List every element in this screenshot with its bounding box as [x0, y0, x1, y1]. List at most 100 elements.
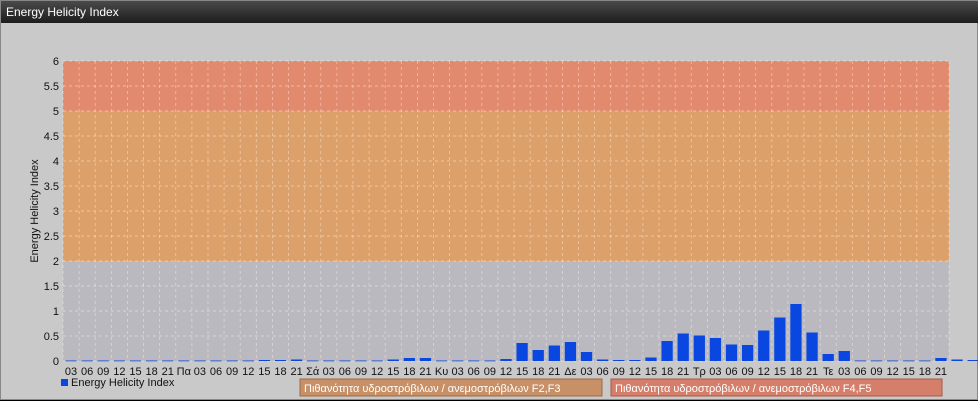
x-tick-label: 15 — [258, 366, 270, 378]
bar — [516, 343, 528, 361]
bar — [709, 338, 722, 361]
bar — [403, 358, 415, 361]
x-tick-label: 21 — [419, 366, 431, 378]
x-tick-label: 06 — [597, 366, 609, 378]
bar — [178, 360, 190, 362]
bar — [452, 360, 464, 362]
series-legend: Energy Helicity Index — [61, 377, 175, 389]
bar — [97, 360, 109, 362]
y-tick-label: 6 — [53, 56, 59, 68]
bar — [870, 360, 883, 362]
x-tick-label: 12 — [629, 366, 641, 378]
bar — [758, 330, 770, 361]
bar — [564, 342, 577, 361]
bar — [484, 360, 496, 362]
x-tick-label: 21 — [677, 366, 689, 378]
bar — [468, 360, 480, 362]
bar — [210, 360, 222, 362]
x-tick-label: Κυ — [435, 366, 448, 378]
x-tick-label: 09 — [484, 366, 496, 378]
x-tick-label: Σά — [306, 366, 320, 378]
bar — [323, 360, 335, 362]
y-axis-label: Energy Helicity Index — [29, 159, 41, 263]
bar — [81, 360, 93, 362]
bar — [339, 360, 351, 362]
bar — [854, 360, 867, 362]
x-tick-label: 18 — [919, 366, 931, 378]
y-tick-label: 4 — [53, 156, 59, 168]
bar — [822, 354, 834, 361]
bar — [597, 359, 609, 361]
x-tick-label: 15 — [516, 366, 528, 378]
x-tick-label: 18 — [790, 366, 802, 378]
bar — [355, 360, 367, 362]
x-tick-label: 15 — [774, 366, 786, 378]
x-tick-label: 15 — [387, 366, 399, 378]
bar — [113, 360, 126, 362]
x-tick-label: 15 — [645, 366, 657, 378]
chart-window: Energy Helicity Index 0 0.5 1 1.5 2 2.5 3 3.5 4 4… — [0, 0, 978, 400]
x-tick-label: 09 — [742, 366, 754, 378]
bar — [435, 360, 448, 362]
x-tick-label: 03 — [838, 366, 850, 378]
y-tick-label: 5 — [53, 106, 59, 118]
y-tick-label: 0 — [53, 356, 59, 368]
x-tick-label: 03 — [580, 366, 592, 378]
bar — [290, 359, 303, 361]
bar — [838, 351, 850, 361]
x-tick-label: 12 — [886, 366, 898, 378]
bar — [371, 360, 383, 362]
x-tick-label: 06 — [468, 366, 480, 378]
band-legend-label-0: Πιθανότητα υδροστρόβιλων / ανεμοστρόβιλω… — [304, 383, 561, 395]
bar — [677, 333, 689, 361]
x-tick-label: 03 — [709, 366, 721, 378]
bar — [226, 360, 238, 362]
bar — [274, 360, 287, 361]
x-tick-label: 21 — [935, 366, 947, 378]
x-tick-label: 03 — [194, 366, 206, 378]
bar — [935, 358, 947, 361]
x-tick-label: 06 — [854, 366, 866, 378]
x-tick-label: 06 — [339, 366, 351, 378]
x-tick-label: Πα — [177, 366, 192, 378]
x-tick-label: Δε — [564, 366, 576, 378]
x-tick-label: 12 — [242, 366, 254, 378]
x-tick-label: 12 — [758, 366, 770, 378]
bar — [613, 360, 625, 361]
legend-swatch — [61, 379, 68, 386]
bar — [693, 335, 705, 361]
bar — [532, 350, 544, 361]
x-tick-label: 09 — [226, 366, 238, 378]
bar — [951, 359, 963, 361]
y-tick-label: 1.5 — [44, 281, 59, 293]
bar — [661, 341, 673, 361]
x-tick-label: 06 — [725, 366, 737, 378]
bar — [307, 360, 319, 362]
x-tick-label: 18 — [532, 366, 544, 378]
x-tick-label: 12 — [371, 366, 383, 378]
legend-label: Energy Helicity Index — [71, 377, 175, 389]
y-tick-label: 1 — [53, 306, 59, 318]
x-tick-label: 09 — [613, 366, 625, 378]
bar — [806, 332, 818, 361]
ehi-chart: 0 0.5 1 1.5 2 2.5 3 3.5 4 4.5 5 5.5 6 03 06 09 12 15 18 21… — [29, 56, 978, 397]
bar — [242, 360, 254, 362]
bar — [500, 359, 512, 361]
bar — [645, 357, 657, 361]
x-tick-label: 03 — [452, 366, 464, 378]
bar — [919, 360, 931, 362]
y-tick-label: 3 — [53, 206, 59, 218]
bar — [258, 360, 271, 361]
bar — [790, 304, 802, 361]
x-tick-label: 09 — [355, 366, 367, 378]
bar — [725, 344, 738, 361]
x-tick-label: 21 — [290, 366, 302, 378]
x-tick-label: Τρ — [693, 366, 706, 378]
x-tick-label: 03 — [323, 366, 335, 378]
bar — [387, 359, 399, 361]
bar — [629, 360, 641, 361]
bar — [774, 317, 786, 361]
x-tick-label: 18 — [403, 366, 415, 378]
x-tick-label: 15 — [903, 366, 915, 378]
y-tick-label: 0.5 — [44, 331, 59, 343]
